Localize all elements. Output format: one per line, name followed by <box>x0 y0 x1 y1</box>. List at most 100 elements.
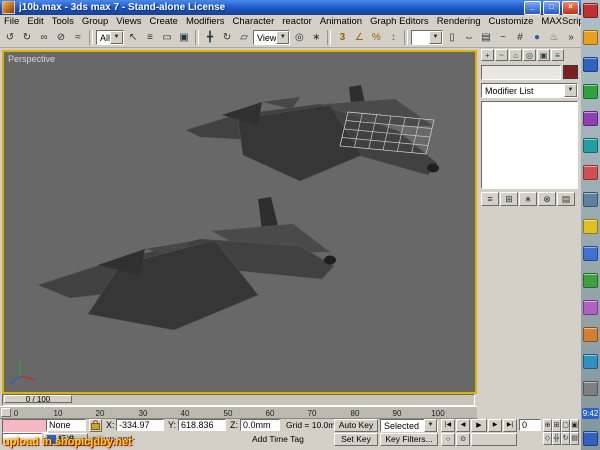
tray-icon[interactable] <box>583 431 598 446</box>
key-filters-button[interactable]: Key Filters... <box>380 433 438 446</box>
zoom-icon[interactable]: ⊕ <box>543 419 552 432</box>
select-object-icon[interactable]: ↖ <box>125 30 141 46</box>
select-and-link-icon[interactable]: ∞ <box>36 30 52 46</box>
named-selection-sets-dropdown[interactable]: ▼ <box>411 30 443 45</box>
menu-maxscript[interactable]: MAXScript <box>537 16 581 27</box>
menu-modifiers[interactable]: Modifiers <box>182 16 229 27</box>
menu-file[interactable]: File <box>0 16 23 27</box>
tab-modify-icon[interactable]: ~ <box>495 49 508 61</box>
z-coordinate-field[interactable]: 0.0mm <box>240 419 280 431</box>
tab-motion-icon[interactable]: ◎ <box>523 49 536 61</box>
next-frame-button[interactable]: ▶ <box>488 419 502 432</box>
min-max-toggle-icon[interactable]: ▤ <box>570 432 579 445</box>
make-unique-icon[interactable]: ∗ <box>519 192 537 206</box>
layer-manager-icon[interactable]: ▤ <box>478 30 494 46</box>
use-pivot-point-icon[interactable]: ◎ <box>291 30 307 46</box>
maximize-button[interactable]: □ <box>543 1 560 15</box>
desktop-icon[interactable] <box>583 111 598 126</box>
desktop-icon[interactable] <box>583 165 598 180</box>
desktop-icon[interactable] <box>583 3 598 18</box>
desktop-icon[interactable] <box>583 30 598 45</box>
object-color-swatch[interactable] <box>563 65 578 79</box>
desktop-icon[interactable] <box>583 381 598 396</box>
align-icon[interactable]: ⇔ <box>461 30 477 46</box>
quick-render-icon[interactable]: » <box>563 30 579 46</box>
object-name-field[interactable] <box>481 65 561 80</box>
mirror-icon[interactable]: ▯ <box>444 30 460 46</box>
select-by-name-icon[interactable]: ≡ <box>142 30 158 46</box>
time-configuration-button[interactable]: ⊙ <box>456 433 470 446</box>
arc-rotate-icon[interactable]: ↻ <box>561 432 570 445</box>
desktop-icon[interactable] <box>583 219 598 234</box>
desktop-icon[interactable] <box>583 327 598 342</box>
viewport-label[interactable]: Perspective <box>8 54 55 64</box>
key-mode-toggle[interactable]: ○ <box>441 433 455 446</box>
tab-create-icon[interactable]: + <box>481 49 494 61</box>
select-and-move-icon[interactable]: ╋ <box>202 30 218 46</box>
tab-utilities-icon[interactable]: ≡ <box>551 49 564 61</box>
reference-coordinate-dropdown[interactable]: View ▼ <box>253 30 290 45</box>
chevron-down-icon[interactable]: ▼ <box>424 419 437 432</box>
desktop-icon[interactable] <box>583 138 598 153</box>
desktop-icon[interactable] <box>583 192 598 207</box>
menu-edit[interactable]: Edit <box>23 16 47 27</box>
set-key-button[interactable]: Set Key <box>334 433 378 446</box>
menu-reactor[interactable]: reactor <box>278 16 316 27</box>
menu-animation[interactable]: Animation <box>316 16 366 27</box>
animation-extra-button[interactable] <box>471 433 517 446</box>
goto-start-button[interactable]: |◀ <box>441 419 455 432</box>
time-slider-track[interactable]: 0 / 100 <box>2 394 475 406</box>
tab-hierarchy-icon[interactable]: ⌂ <box>509 49 522 61</box>
chevron-down-icon[interactable]: ▼ <box>276 31 289 44</box>
material-editor-icon[interactable]: ● <box>529 30 545 46</box>
key-selection-dropdown[interactable]: Selected ▼ <box>380 419 438 432</box>
bind-to-space-warp-icon[interactable]: ≈ <box>70 30 86 46</box>
menu-graph-editors[interactable]: Graph Editors <box>366 16 433 27</box>
schematic-view-icon[interactable]: # <box>512 30 528 46</box>
desktop-icon[interactable] <box>583 84 598 99</box>
current-frame-field[interactable]: 0 <box>519 419 541 431</box>
auto-key-button[interactable]: Auto Key <box>334 419 378 432</box>
chevron-down-icon[interactable]: ▼ <box>564 84 577 97</box>
add-time-tag[interactable]: Add Time Tag <box>252 433 304 445</box>
menu-views[interactable]: Views <box>112 16 145 27</box>
menu-tools[interactable]: Tools <box>48 16 78 27</box>
percent-snap-icon[interactable]: % <box>368 30 384 46</box>
perspective-viewport[interactable]: Perspective <box>2 50 477 394</box>
jet-model-upper[interactable] <box>186 85 439 181</box>
curve-editor-icon[interactable]: ~ <box>495 30 511 46</box>
desktop-icon[interactable] <box>583 354 598 369</box>
chevron-down-icon[interactable]: ▼ <box>110 31 123 44</box>
angle-snap-icon[interactable]: ∠ <box>351 30 367 46</box>
render-scene-icon[interactable]: ♨ <box>546 30 562 46</box>
show-end-result-icon[interactable]: ⊞ <box>500 192 518 206</box>
tab-display-icon[interactable]: ▣ <box>537 49 550 61</box>
time-slider-button[interactable]: 0 / 100 <box>4 395 72 403</box>
menu-rendering[interactable]: Rendering <box>433 16 485 27</box>
unlink-selection-icon[interactable]: ⊘ <box>53 30 69 46</box>
zoom-all-icon[interactable]: ⊞ <box>552 419 561 432</box>
configure-modifier-sets-icon[interactable]: ▤ <box>557 192 575 206</box>
zoom-extents-all-icon[interactable]: ▣ <box>570 419 579 432</box>
modifier-list-dropdown[interactable]: Modifier List ▼ <box>481 83 578 98</box>
jet-model-lower[interactable] <box>38 197 336 330</box>
redo-icon[interactable]: ↻ <box>19 30 35 46</box>
desktop-icon[interactable] <box>583 300 598 315</box>
macro-recorder-field[interactable] <box>2 419 48 433</box>
zoom-extents-icon[interactable]: ▢ <box>561 419 570 432</box>
field-of-view-icon[interactable]: ◇ <box>543 432 552 445</box>
undo-icon[interactable]: ↺ <box>2 30 18 46</box>
desktop-icon[interactable] <box>583 246 598 261</box>
close-button[interactable]: × <box>562 1 579 15</box>
desktop-icon[interactable] <box>583 57 598 72</box>
pan-icon[interactable]: ╬ <box>552 432 561 445</box>
menu-create[interactable]: Create <box>145 16 182 27</box>
menu-character[interactable]: Character <box>229 16 279 27</box>
selection-lock-icon[interactable] <box>89 419 102 432</box>
menu-customize[interactable]: Customize <box>485 16 538 27</box>
snap-toggle-icon[interactable]: 3 <box>334 30 350 46</box>
modifier-stack-list[interactable] <box>481 101 578 189</box>
select-and-rotate-icon[interactable]: ↻ <box>219 30 235 46</box>
previous-frame-button[interactable]: ◀ <box>456 419 470 432</box>
selection-filter-dropdown[interactable]: All ▼ <box>96 30 124 45</box>
